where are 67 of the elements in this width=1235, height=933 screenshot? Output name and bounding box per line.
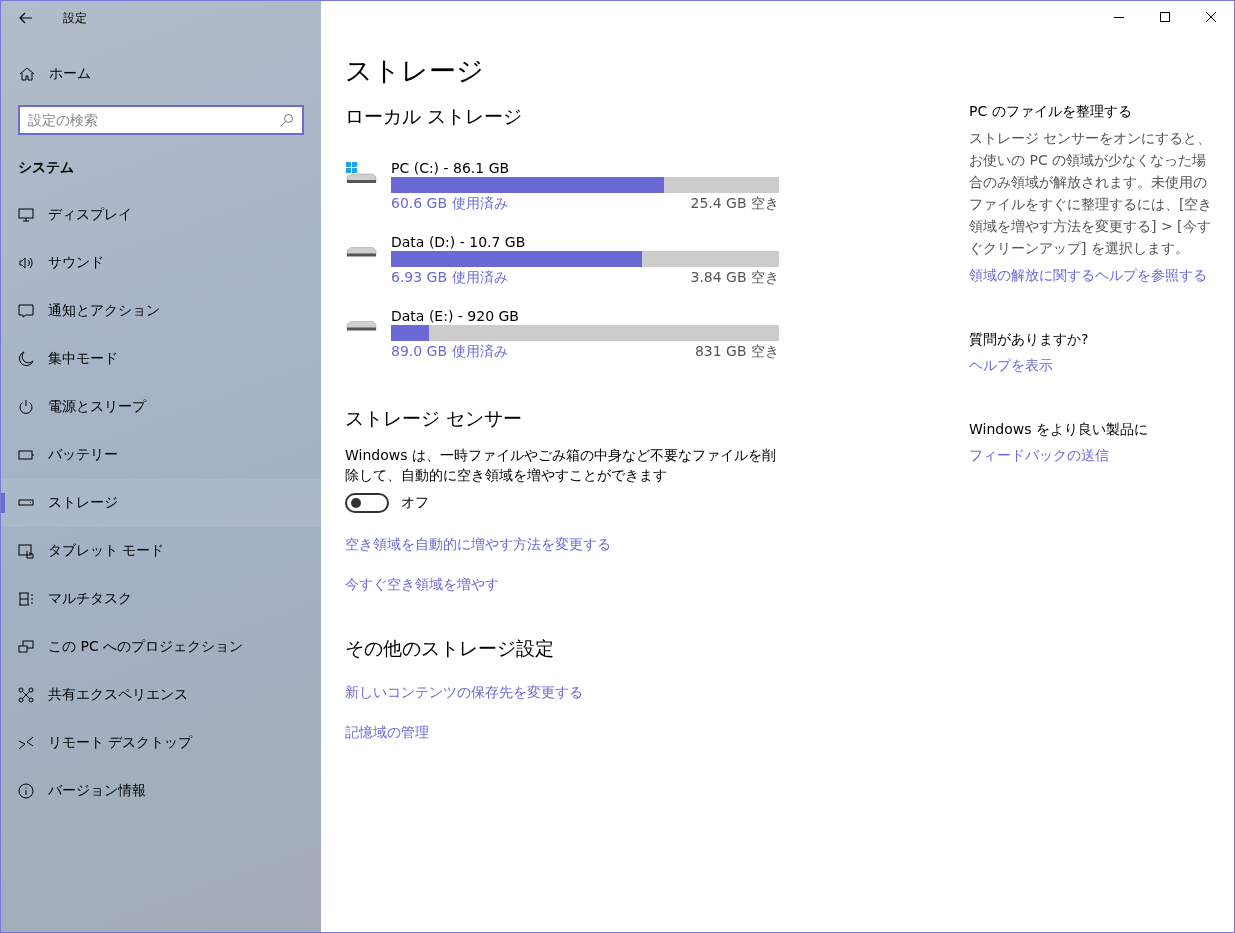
drive-icon bbox=[345, 321, 377, 331]
help-link[interactable]: 領域の解放に関するヘルプを参照する bbox=[969, 265, 1207, 285]
speaker-icon bbox=[18, 255, 34, 271]
nav-item[interactable]: 集中モード bbox=[1, 335, 321, 383]
used-space: 89.0 GB 使用済み bbox=[391, 342, 508, 361]
description-text: Windows は、一時ファイルやごみ箱の中身など不要なファイルを削除して、自動的に空き領域を増やすことができます bbox=[345, 446, 777, 485]
back-button[interactable] bbox=[17, 10, 35, 26]
drive-name[interactable]: Data (E:) - 920 GB bbox=[391, 307, 779, 325]
nav-item[interactable]: ディスプレイ bbox=[1, 191, 321, 239]
help-link[interactable]: ヘルプを表示 bbox=[969, 355, 1053, 375]
search-field[interactable]: 設定の検索 bbox=[18, 105, 304, 135]
home-nav-item[interactable]: ホーム bbox=[1, 55, 321, 93]
section-heading: その他のストレージ設定 bbox=[345, 636, 555, 661]
used-space: 6.93 GB 使用済み bbox=[391, 268, 508, 287]
moon-icon bbox=[18, 351, 34, 367]
nav-item[interactable]: タブレット モード bbox=[1, 527, 321, 575]
section-heading: ストレージ センサー bbox=[345, 406, 524, 431]
settings-link[interactable]: 記憶域の管理 bbox=[345, 723, 429, 741]
free-space: 25.4 GB 空き bbox=[690, 194, 779, 213]
aside-heading: PC のファイルを整理する bbox=[969, 102, 1133, 121]
nav-item[interactable]: バッテリー bbox=[1, 431, 321, 479]
aside-heading: 質問がありますか? bbox=[969, 330, 1090, 349]
power-icon bbox=[18, 399, 34, 415]
info-icon bbox=[18, 783, 34, 799]
back-arrow-icon bbox=[19, 12, 33, 24]
section-heading: ローカル ストレージ bbox=[345, 104, 524, 129]
projection-icon bbox=[18, 639, 34, 655]
minimize-icon bbox=[1114, 16, 1124, 18]
free-space: 831 GB 空き bbox=[694, 342, 779, 361]
nav-item[interactable]: ストレージ bbox=[1, 479, 321, 527]
search-icon bbox=[280, 113, 294, 127]
selection-indicator bbox=[1, 493, 5, 513]
drive-name[interactable]: Data (D:) - 10.7 GB bbox=[391, 233, 779, 251]
free-space: 3.84 GB 空き bbox=[690, 268, 779, 287]
nav-item[interactable]: マルチタスク bbox=[1, 575, 321, 623]
tablet-icon bbox=[18, 543, 34, 559]
nav-item[interactable]: リモート デスクトップ bbox=[1, 719, 321, 767]
battery-icon bbox=[18, 447, 34, 463]
home-icon bbox=[19, 66, 35, 82]
settings-link[interactable]: 空き領域を自動的に増やす方法を変更する bbox=[345, 535, 611, 553]
aside-heading: Windows をより良い製品に bbox=[969, 420, 1149, 439]
share-icon bbox=[18, 687, 34, 703]
toggle-label: オフ bbox=[401, 494, 429, 512]
remote-icon bbox=[18, 735, 34, 751]
drive-icon bbox=[345, 247, 377, 257]
nav-item[interactable]: この PC へのプロジェクション bbox=[1, 623, 321, 671]
nav-item[interactable]: バージョン情報 bbox=[1, 767, 321, 815]
settings-link[interactable]: 今すぐ空き領域を増やす bbox=[345, 575, 499, 593]
message-icon bbox=[18, 303, 34, 319]
used-space: 60.6 GB 使用済み bbox=[391, 194, 508, 213]
window-title: 設定 bbox=[63, 9, 87, 27]
nav-item[interactable]: 電源とスリープ bbox=[1, 383, 321, 431]
settings-link[interactable]: 新しいコンテンツの保存先を変更する bbox=[345, 683, 583, 701]
nav-item[interactable]: サウンド bbox=[1, 239, 321, 287]
nav-item[interactable]: 通知とアクション bbox=[1, 287, 321, 335]
nav-item[interactable]: 共有エクスペリエンス bbox=[1, 671, 321, 719]
toggle-switch[interactable] bbox=[345, 493, 389, 513]
close-icon bbox=[1206, 12, 1216, 22]
aside-text: ストレージ センサーをオンにすると、お使いの PC の領域が少なくなった場合のみ領域が解放されます。未使用のファイルをすぐに整理するには、[空き領域を増やす方法を変更する] > [今すぐクリーンアップ] を選択します。 bbox=[969, 129, 1214, 258]
drive-icon bbox=[345, 161, 377, 183]
monitor-icon bbox=[18, 207, 34, 223]
section-heading: システム bbox=[17, 159, 75, 177]
drive-name[interactable]: PC (C:) - 86.1 GB bbox=[391, 159, 779, 177]
windows-layout-icon bbox=[18, 591, 34, 607]
help-link[interactable]: フィードバックの送信 bbox=[969, 445, 1109, 465]
maximize-icon bbox=[1160, 12, 1170, 22]
page-title: ストレージ bbox=[345, 54, 485, 88]
